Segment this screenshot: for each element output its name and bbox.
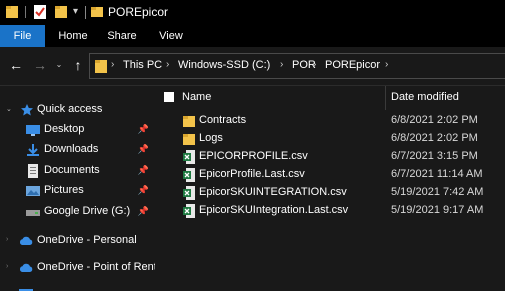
file-date: 6/8/2021 2:02 PM bbox=[391, 132, 478, 144]
sidebar-item-onedrive-personal[interactable]: › OneDrive - Personal bbox=[0, 231, 155, 251]
up-arrow-icon[interactable]: ↑ bbox=[70, 57, 86, 73]
sidebar-item-label: Desktop bbox=[44, 123, 85, 135]
list-item[interactable]: EPICORPROFILE.csv 6/7/2021 3:15 PM bbox=[155, 147, 505, 167]
sidebar-item-pictures[interactable]: Pictures 📌 bbox=[0, 181, 155, 201]
breadcrumb-this-pc[interactable]: This PC bbox=[123, 59, 162, 71]
pin-icon[interactable]: 📌 bbox=[138, 124, 149, 135]
pin-icon[interactable]: 📌 bbox=[138, 206, 149, 217]
column-divider[interactable] bbox=[385, 86, 386, 110]
excel-csv-icon bbox=[183, 186, 195, 200]
separator-icon bbox=[25, 6, 26, 18]
new-folder-icon[interactable] bbox=[55, 5, 67, 19]
file-date: 6/7/2021 11:14 AM bbox=[391, 168, 483, 180]
file-list: Name Date modified Contracts 6/8/2021 2:… bbox=[155, 86, 505, 291]
pin-icon[interactable]: 📌 bbox=[138, 144, 149, 155]
documents-icon bbox=[28, 164, 38, 178]
list-item[interactable]: EpicorProfile.Last.csv 6/7/2021 11:14 AM bbox=[155, 165, 505, 185]
sidebar-item-label: Google Drive (G:) bbox=[44, 205, 131, 217]
pin-icon[interactable]: 📌 bbox=[138, 165, 149, 176]
breadcrumb-windows-ssd[interactable]: Windows-SSD (C:) bbox=[178, 59, 270, 71]
sidebar-item-google-drive[interactable]: Google Drive (G:) 📌 bbox=[0, 202, 155, 222]
chevron-right-icon[interactable]: › bbox=[6, 236, 8, 243]
pin-icon[interactable]: 📌 bbox=[138, 185, 149, 196]
chevron-right-icon[interactable]: › bbox=[313, 59, 316, 70]
chevron-right-icon[interactable]: › bbox=[111, 59, 114, 70]
tab-home[interactable]: Home bbox=[57, 25, 89, 47]
sidebar-item-desktop[interactable]: Desktop 📌 bbox=[0, 120, 155, 140]
chevron-right-icon[interactable]: › bbox=[280, 59, 283, 70]
sidebar-item-quick-access[interactable]: ⌄ Quick access bbox=[0, 100, 155, 120]
column-header-name[interactable]: Name bbox=[182, 91, 211, 103]
select-all-checkbox[interactable] bbox=[164, 92, 174, 102]
sidebar-item-documents[interactable]: Documents 📌 bbox=[0, 161, 155, 181]
cloud-icon bbox=[19, 263, 33, 272]
sidebar-item-label: OneDrive - Personal bbox=[37, 234, 137, 246]
file-name: Contracts bbox=[199, 114, 247, 126]
back-arrow-icon[interactable]: ← bbox=[8, 57, 24, 73]
excel-csv-icon bbox=[183, 204, 195, 218]
tab-file[interactable]: File bbox=[0, 25, 45, 47]
list-item[interactable]: Logs 6/8/2021 2:02 PM bbox=[155, 129, 505, 149]
folder-icon bbox=[183, 134, 195, 145]
properties-icon[interactable] bbox=[34, 5, 46, 19]
recent-locations-icon[interactable]: ⌄ bbox=[51, 60, 67, 69]
window-title: POREpicor bbox=[108, 5, 169, 19]
file-date: 5/19/2021 7:42 AM bbox=[391, 186, 484, 198]
file-date: 5/19/2021 9:17 AM bbox=[391, 204, 484, 216]
chevron-right-icon[interactable]: › bbox=[166, 59, 169, 70]
ribbon-tabs: File Home Share View bbox=[0, 25, 505, 47]
tab-view[interactable]: View bbox=[155, 25, 187, 47]
tab-share[interactable]: Share bbox=[106, 25, 138, 47]
chevron-right-icon[interactable]: › bbox=[385, 59, 388, 70]
excel-csv-icon bbox=[183, 150, 195, 164]
sidebar-item-label: Pictures bbox=[44, 184, 84, 196]
file-date: 6/7/2021 3:15 PM bbox=[391, 150, 478, 162]
cloud-icon bbox=[19, 236, 33, 245]
sidebar-item-label: Downloads bbox=[44, 143, 99, 155]
pictures-icon bbox=[26, 186, 40, 196]
sidebar-item-label: OneDrive - Point of Rental bbox=[37, 261, 155, 273]
file-name: EpicorSKUIntegration.Last.csv bbox=[199, 204, 349, 216]
drive-icon bbox=[26, 210, 40, 216]
file-name: EpicorSKUINTEGRATION.csv bbox=[199, 186, 347, 198]
list-item[interactable]: Contracts 6/8/2021 2:02 PM bbox=[155, 111, 505, 131]
customize-quick-access-icon[interactable]: ▾ bbox=[73, 6, 78, 17]
navigation-pane: ⌄ Quick access Desktop 📌 Downloads 📌 Doc… bbox=[0, 86, 155, 291]
file-date: 6/8/2021 2:02 PM bbox=[391, 114, 478, 126]
folder-icon[interactable] bbox=[6, 5, 18, 19]
title-folder-icon bbox=[91, 7, 103, 17]
chevron-right-icon[interactable]: › bbox=[6, 263, 8, 270]
file-name: Logs bbox=[199, 132, 223, 144]
file-name: EpicorProfile.Last.csv bbox=[199, 168, 305, 180]
list-item[interactable]: EpicorSKUIntegration.Last.csv 5/19/2021 … bbox=[155, 201, 505, 221]
sidebar-item-label: Documents bbox=[44, 164, 100, 176]
navigation-row: ← → ⌄ ↑ › This PC › Windows-SSD (C:) › P… bbox=[0, 47, 505, 85]
chevron-down-icon[interactable]: ⌄ bbox=[6, 105, 12, 113]
sidebar-item-onedrive-business[interactable]: › OneDrive - Point of Rental bbox=[0, 258, 155, 278]
desktop-icon bbox=[26, 125, 40, 136]
excel-csv-icon bbox=[183, 168, 195, 182]
sidebar-item-this-pc[interactable] bbox=[0, 285, 155, 291]
list-item[interactable]: EpicorSKUINTEGRATION.csv 5/19/2021 7:42 … bbox=[155, 183, 505, 203]
address-folder-icon bbox=[95, 60, 107, 73]
folder-icon bbox=[183, 116, 195, 127]
forward-arrow-icon[interactable]: → bbox=[32, 57, 48, 73]
column-header-date-modified[interactable]: Date modified bbox=[391, 91, 459, 103]
title-bar: ▾ POREpicor bbox=[0, 0, 505, 25]
title-separator bbox=[85, 6, 86, 19]
breadcrumb-porepicor[interactable]: POREpicor bbox=[325, 59, 380, 71]
address-bar[interactable]: › This PC › Windows-SSD (C:) › POR › POR… bbox=[89, 53, 505, 79]
downloads-icon bbox=[27, 144, 39, 156]
sidebar-item-label: Quick access bbox=[37, 103, 103, 115]
star-icon bbox=[21, 104, 33, 116]
sidebar-item-downloads[interactable]: Downloads 📌 bbox=[0, 140, 155, 160]
file-name: EPICORPROFILE.csv bbox=[199, 150, 308, 162]
